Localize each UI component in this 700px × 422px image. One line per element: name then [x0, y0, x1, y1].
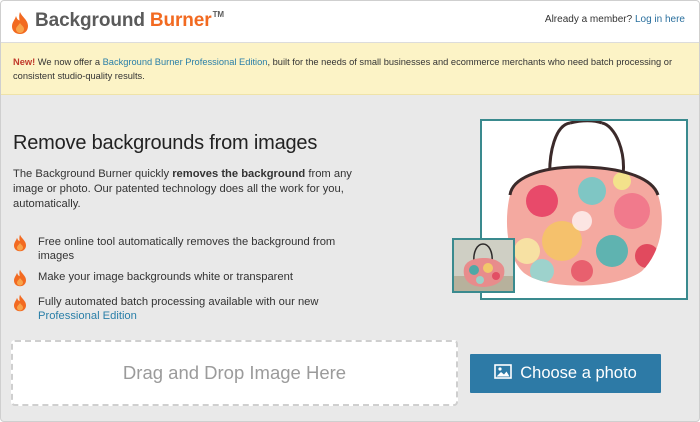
flame-bullet-icon: [14, 294, 26, 312]
trademark-mark: TM: [212, 10, 224, 19]
notice-text-before: We now offer a: [35, 57, 103, 67]
choose-photo-button[interactable]: Choose a photo: [470, 354, 661, 393]
new-label: New!: [13, 57, 36, 67]
intro-paragraph: The Background Burner quickly removes th…: [13, 167, 373, 212]
feature-text: Free online tool automatically removes t…: [38, 236, 336, 262]
login-link[interactable]: Log in here: [635, 14, 685, 25]
brand-word-background: Background: [35, 10, 145, 31]
feature-text: Make your image backgrounds white or tra…: [38, 271, 293, 283]
page-title: Remove backgrounds from images: [13, 132, 318, 154]
professional-edition-feature-link[interactable]: Professional Edition: [38, 310, 137, 322]
brand-name: Background BurnerTM: [35, 9, 224, 36]
image-dropzone[interactable]: Drag and Drop Image Here: [11, 340, 458, 406]
member-prompt: Already a member?: [544, 14, 633, 25]
choose-photo-label: Choose a photo: [520, 364, 637, 382]
intro-bold-text: removes the background: [172, 168, 306, 180]
brand-logo[interactable]: Background BurnerTM: [11, 9, 224, 36]
flame-bullet-icon: [14, 234, 26, 252]
intro-text-before: The Background Burner quickly: [13, 168, 173, 180]
feature-text-body: Fully automated batch processing availab…: [38, 296, 319, 308]
dropzone-label: Drag and Drop Image Here: [122, 362, 347, 383]
app-frame: Background BurnerTM Already a member? Log…: [0, 0, 700, 422]
professional-edition-link[interactable]: Background Burner Professional Edition: [103, 57, 268, 67]
image-icon: [494, 363, 513, 384]
handbag-thumbnail-illustration: [454, 240, 513, 291]
brand-word-burner: Burner: [149, 10, 212, 31]
header: Background BurnerTM Already a member? Log…: [1, 1, 699, 43]
feature-text: Fully automated batch processing availab…: [38, 295, 373, 323]
flame-logo-icon: [12, 11, 28, 34]
original-thumbnail-image[interactable]: [452, 238, 515, 293]
member-login-area: Already a member? Log in here: [545, 14, 685, 25]
flame-bullet-icon: [14, 269, 26, 287]
announcement-banner: New! We now offer a Background Burner Pr…: [1, 43, 699, 95]
